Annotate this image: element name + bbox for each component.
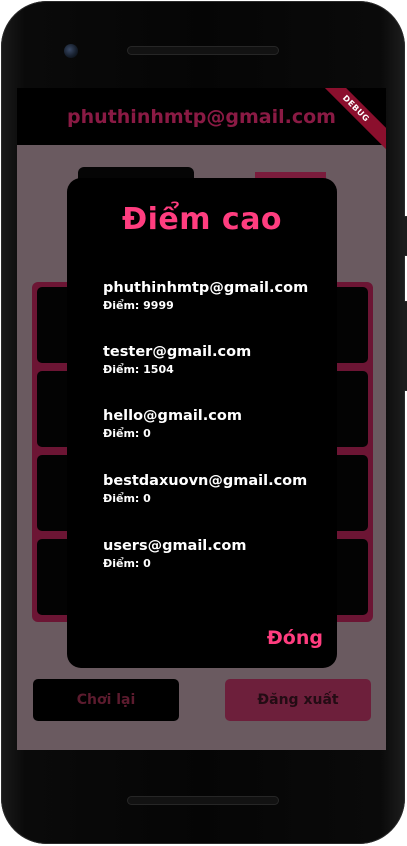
score-value: Điểm: 0	[103, 492, 151, 505]
high-score-dialog: Điểm cao phuthinhmtp@gmail.com Điểm: 999…	[67, 178, 337, 668]
score-entry: users@gmail.com Điểm: 0	[103, 538, 323, 570]
score-value: Điểm: 0	[103, 427, 151, 440]
score-entry: hello@gmail.com Điểm: 0	[103, 408, 323, 440]
app-bar: phuthinhmtp@gmail.com	[17, 88, 386, 145]
score-email: hello@gmail.com	[103, 408, 242, 424]
front-camera	[64, 44, 78, 58]
score-value: Điểm: 9999	[103, 299, 174, 312]
score-entry: phuthinhmtp@gmail.com Điểm: 9999	[103, 280, 323, 312]
logout-button[interactable]: Đăng xuất	[225, 679, 371, 721]
dialog-title: Điểm cao	[121, 202, 283, 237]
replay-button[interactable]: Chơi lại	[33, 679, 179, 721]
score-email: users@gmail.com	[103, 538, 247, 554]
score-email: phuthinhmtp@gmail.com	[103, 280, 309, 296]
score-entry: bestdaxuovn@gmail.com Điểm: 0	[103, 473, 323, 505]
score-email: bestdaxuovn@gmail.com	[103, 473, 308, 489]
close-button[interactable]: Đóng	[267, 627, 323, 649]
top-speaker	[127, 46, 279, 55]
score-email: tester@gmail.com	[103, 344, 252, 360]
score-value: Điểm: 0	[103, 557, 151, 570]
bottom-speaker	[127, 796, 279, 805]
app-bar-title: phuthinhmtp@gmail.com	[67, 106, 336, 128]
score-value: Điểm: 1504	[103, 363, 174, 376]
score-entry: tester@gmail.com Điểm: 1504	[103, 344, 323, 376]
